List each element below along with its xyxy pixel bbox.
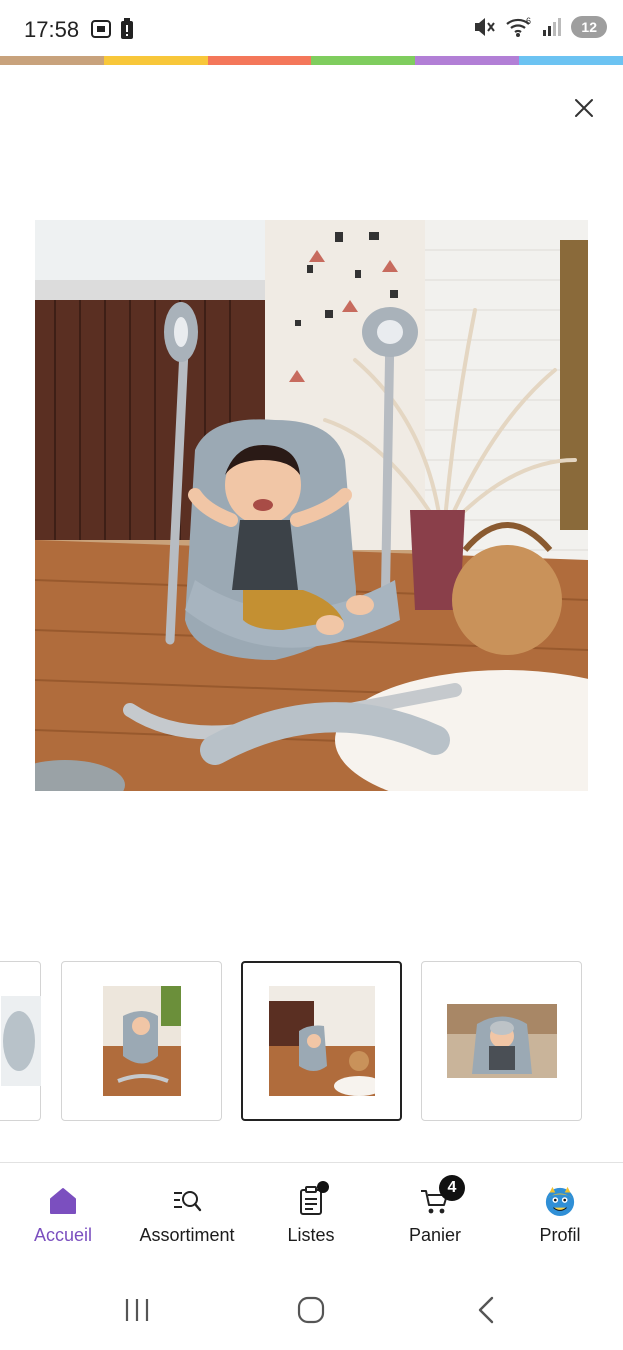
- baby-swing-photo: [35, 220, 588, 791]
- nav-label: Panier: [408, 1225, 462, 1245]
- screenshot-icon: [91, 20, 111, 38]
- alert-battery-icon: [121, 18, 133, 39]
- wifi-icon: 6: [506, 16, 531, 37]
- nav-label: Accueil: [33, 1225, 93, 1245]
- thumbnail-image: [102, 986, 181, 1096]
- rainbow-segment-4: [415, 56, 520, 65]
- thumbnail-1[interactable]: [61, 961, 222, 1121]
- thumbnail-image: [1, 996, 41, 1086]
- home-circle-icon: [297, 1296, 325, 1324]
- nav-item-listes[interactable]: Listes: [249, 1181, 373, 1246]
- nav-item-profil[interactable]: Profil: [498, 1185, 622, 1246]
- product-main-image[interactable]: [35, 220, 588, 791]
- recents-button[interactable]: [115, 1294, 159, 1326]
- status-right-icons: 6 12: [473, 16, 607, 38]
- rainbow-segment-1: [103, 56, 208, 65]
- rainbow-segment-3: [311, 56, 416, 65]
- notification-dot: [317, 1181, 329, 1193]
- status-left-icons: [90, 18, 134, 40]
- recents-icon: [125, 1299, 149, 1321]
- search-list-icon: [174, 1191, 202, 1212]
- nav-item-panier[interactable]: 4 Panier: [373, 1175, 497, 1246]
- thumbnail-2-selected[interactable]: [241, 961, 402, 1121]
- home-icon: [50, 1188, 76, 1214]
- svg-text:6: 6: [526, 16, 531, 26]
- back-nav-button[interactable]: [464, 1294, 508, 1326]
- rainbow-segment-0: [0, 56, 104, 65]
- nav-item-accueil[interactable]: Accueil: [1, 1185, 125, 1246]
- close-button[interactable]: [568, 92, 600, 124]
- battery-indicator: 12: [571, 16, 607, 38]
- avatar-monster-icon: [545, 1186, 575, 1217]
- close-icon: [575, 99, 593, 117]
- thumbnail-image: [446, 1004, 557, 1078]
- rainbow-segment-5: [519, 56, 623, 65]
- thumbnail-0[interactable]: [0, 961, 41, 1121]
- cart-count-badge: 4: [439, 1175, 465, 1201]
- thumbnail-3[interactable]: [421, 961, 582, 1121]
- nav-label: Listes: [287, 1225, 335, 1245]
- rainbow-stripe: [0, 56, 623, 65]
- rainbow-segment-2: [207, 56, 312, 65]
- back-icon: [478, 1296, 494, 1324]
- nav-label: Profil: [539, 1225, 581, 1245]
- thumbnail-strip: [0, 960, 623, 1122]
- signal-icon: [543, 18, 562, 36]
- android-navigation-bar: [0, 1270, 623, 1350]
- bottom-navigation: Accueil Assortiment Listes 4 Panier Prof…: [0, 1162, 623, 1258]
- home-nav-button[interactable]: [289, 1294, 333, 1326]
- status-time: 17:58: [24, 17, 80, 42]
- mute-icon: [475, 18, 496, 36]
- status-bar: 17:58 6 12: [0, 0, 623, 58]
- nav-item-assortiment[interactable]: Assortiment: [125, 1185, 249, 1246]
- thumbnail-image: [268, 986, 375, 1096]
- nav-label: Assortiment: [139, 1225, 235, 1245]
